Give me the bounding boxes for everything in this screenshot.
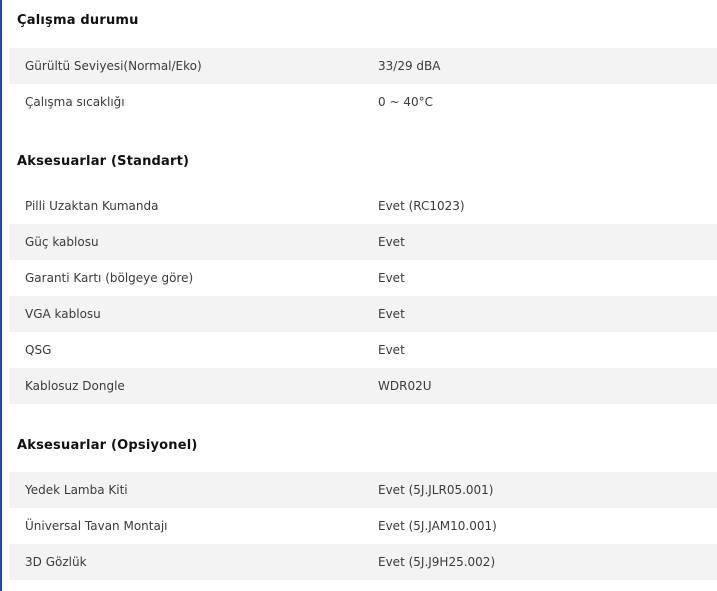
spec-row: Gürültü Seviyesi(Normal/Eko) 33/29 dBA — [9, 48, 717, 84]
spec-label: Gürültü Seviyesi(Normal/Eko) — [25, 59, 202, 73]
spec-table-optional-accessories: Yedek Lamba Kiti Evet (5J.JLR05.001) Üni… — [9, 472, 717, 580]
spec-value: WDR02U — [378, 379, 432, 393]
spec-label: Garanti Kartı (bölgeye göre) — [25, 271, 194, 285]
spec-value: Evet (5J.J9H25.002) — [378, 555, 496, 569]
spec-row: QSG Evet — [9, 332, 717, 368]
spec-label: 3D Gözlük — [25, 555, 87, 569]
spec-value: Evet — [378, 343, 405, 357]
spec-value: Evet — [378, 271, 405, 285]
spec-row: Pilli Uzaktan Kumanda Evet (RC1023) — [9, 188, 717, 224]
spec-label: QSG — [25, 343, 52, 357]
spec-row: Üniversal Tavan Montajı Evet (5J.JAM10.0… — [9, 508, 717, 544]
spec-label: VGA kablosu — [25, 307, 101, 321]
spec-value: 0 ~ 40°C — [378, 95, 433, 109]
spec-label: Üniversal Tavan Montajı — [25, 519, 168, 533]
spec-table-standard-accessories: Pilli Uzaktan Kumanda Evet (RC1023) Güç … — [9, 188, 717, 404]
spec-row: Çalışma sıcaklığı 0 ~ 40°C — [9, 84, 717, 120]
spec-row: VGA kablosu Evet — [9, 296, 717, 332]
spec-row: Güç kablosu Evet — [9, 224, 717, 260]
section-title-standard-accessories: Aksesuarlar (Standart) — [17, 154, 190, 169]
spec-value: Evet (RC1023) — [378, 199, 465, 213]
section-title-operating-conditions: Çalışma durumu — [17, 13, 139, 28]
spec-label: Çalışma sıcaklığı — [25, 95, 125, 109]
spec-content: Çalışma durumu Gürültü Seviyesi(Normal/E… — [9, 0, 717, 580]
spec-row: Garanti Kartı (bölgeye göre) Evet — [9, 260, 717, 296]
spec-table-operating-conditions: Gürültü Seviyesi(Normal/Eko) 33/29 dBA Ç… — [9, 48, 717, 120]
spec-row: Kablosuz Dongle WDR02U — [9, 368, 717, 404]
spec-label: Pilli Uzaktan Kumanda — [25, 199, 159, 213]
spec-value: Evet (5J.JLR05.001) — [378, 483, 494, 497]
spec-label: Kablosuz Dongle — [25, 379, 125, 393]
spec-row: Yedek Lamba Kiti Evet (5J.JLR05.001) — [9, 472, 717, 508]
spec-value: Evet — [378, 235, 405, 249]
left-edge-accent — [0, 0, 2, 591]
section-title-optional-accessories: Aksesuarlar (Opsiyonel) — [17, 438, 198, 453]
spec-label: Güç kablosu — [25, 235, 99, 249]
spec-label: Yedek Lamba Kiti — [25, 483, 128, 497]
spec-value: Evet (5J.JAM10.001) — [378, 519, 497, 533]
spec-value: Evet — [378, 307, 405, 321]
spec-row: 3D Gözlük Evet (5J.J9H25.002) — [9, 544, 717, 580]
spec-value: 33/29 dBA — [378, 59, 441, 73]
